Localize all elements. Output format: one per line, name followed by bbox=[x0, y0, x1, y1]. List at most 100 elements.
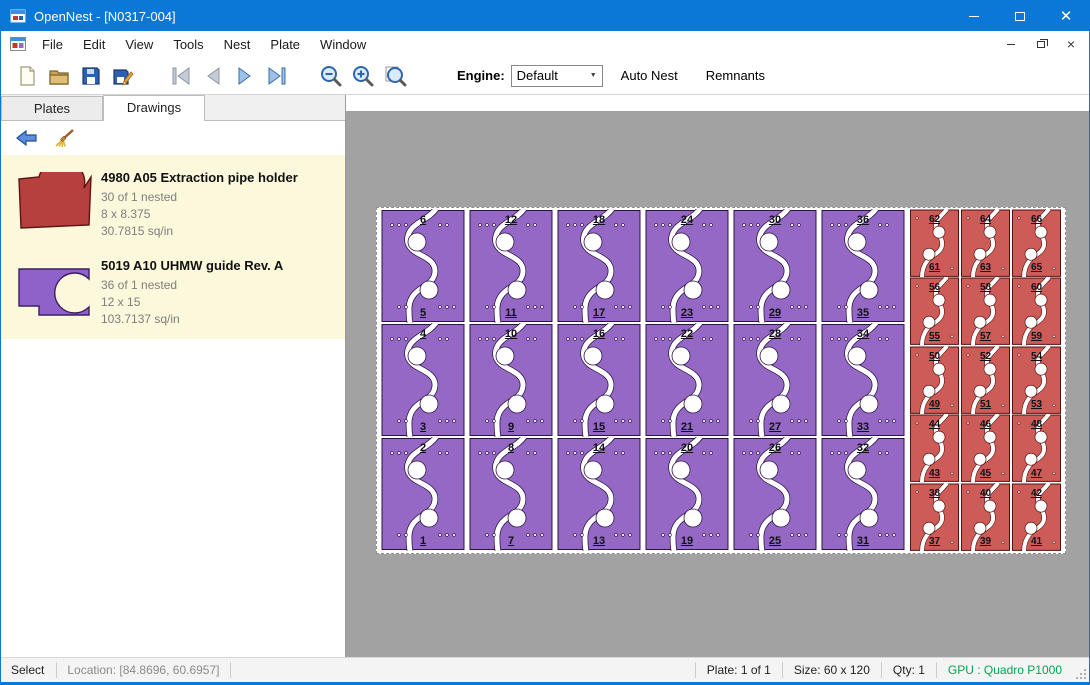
part-number-top: 4 bbox=[379, 328, 467, 340]
menu-plate[interactable]: Plate bbox=[260, 32, 310, 57]
nested-red-part-pair[interactable]: 48 47 bbox=[1011, 414, 1062, 482]
nested-red-part-pair[interactable]: 38 37 bbox=[909, 483, 960, 551]
menu-edit[interactable]: Edit bbox=[73, 32, 115, 57]
resize-grip[interactable] bbox=[1073, 658, 1089, 682]
go-next-button[interactable] bbox=[229, 61, 261, 91]
part-number-bottom: 43 bbox=[909, 468, 960, 479]
part-number-bottom: 37 bbox=[909, 536, 960, 547]
part-number-top: 2 bbox=[379, 442, 467, 454]
part-number-bottom: 29 bbox=[731, 307, 819, 319]
nested-red-part-pair[interactable]: 60 59 bbox=[1011, 277, 1062, 345]
nested-red-part-pair[interactable]: 44 43 bbox=[909, 414, 960, 482]
save-as-button[interactable] bbox=[107, 61, 139, 91]
nested-red-part-pair[interactable]: 46 45 bbox=[960, 414, 1011, 482]
nested-red-part-pair[interactable]: 50 49 bbox=[909, 346, 960, 414]
new-file-button[interactable] bbox=[11, 61, 43, 91]
nested-red-part-pair[interactable]: 64 63 bbox=[960, 209, 1011, 277]
part-number-top: 26 bbox=[731, 442, 819, 454]
menu-view[interactable]: View bbox=[115, 32, 163, 57]
part-number-bottom: 33 bbox=[819, 421, 907, 433]
red-part-thumbnail bbox=[15, 172, 95, 234]
clean-button[interactable] bbox=[51, 125, 79, 151]
part-number-bottom: 3 bbox=[379, 421, 467, 433]
nested-red-part-pair[interactable]: 56 55 bbox=[909, 277, 960, 345]
nested-purple-part-pair[interactable]: 28 27 bbox=[731, 323, 819, 437]
remnants-button[interactable]: Remnants bbox=[696, 63, 775, 89]
zoom-in-button[interactable] bbox=[347, 61, 379, 91]
part-number-top: 64 bbox=[960, 214, 1011, 225]
go-previous-button[interactable] bbox=[197, 61, 229, 91]
part-number-bottom: 51 bbox=[960, 399, 1011, 410]
purple-part-shape bbox=[555, 437, 643, 551]
save-button[interactable] bbox=[75, 61, 107, 91]
part-number-top: 6 bbox=[379, 214, 467, 226]
import-button[interactable] bbox=[13, 125, 41, 151]
nested-purple-part-pair[interactable]: 32 31 bbox=[819, 437, 907, 551]
zoom-fit-button[interactable] bbox=[379, 61, 411, 91]
nested-purple-part-pair[interactable]: 24 23 bbox=[643, 209, 731, 323]
maximize-button[interactable] bbox=[997, 1, 1043, 31]
drawing-list-item[interactable]: 5019 A10 UHMW guide Rev. A 36 of 1 neste… bbox=[1, 247, 345, 335]
nested-purple-part-pair[interactable]: 22 21 bbox=[643, 323, 731, 437]
nested-purple-part-pair[interactable]: 20 19 bbox=[643, 437, 731, 551]
nested-red-part-pair[interactable]: 58 57 bbox=[960, 277, 1011, 345]
menu-window[interactable]: Window bbox=[310, 32, 376, 57]
nested-purple-part-pair[interactable]: 16 15 bbox=[555, 323, 643, 437]
auto-nest-button[interactable]: Auto Nest bbox=[611, 63, 688, 89]
tab-drawings[interactable]: Drawings bbox=[103, 95, 205, 121]
menu-file[interactable]: File bbox=[32, 32, 73, 57]
purple-part-shape bbox=[643, 437, 731, 551]
nested-purple-part-pair[interactable]: 10 9 bbox=[467, 323, 555, 437]
go-first-button[interactable] bbox=[165, 61, 197, 91]
drawing-list-item[interactable]: 4980 A05 Extraction pipe holder 30 of 1 … bbox=[1, 159, 345, 247]
part-number-bottom: 5 bbox=[379, 307, 467, 319]
nested-red-part-pair[interactable]: 40 39 bbox=[960, 483, 1011, 551]
menu-bar: FileEditViewToolsNestPlateWindow × bbox=[1, 31, 1089, 57]
nested-purple-part-pair[interactable]: 2 1 bbox=[379, 437, 467, 551]
nesting-canvas[interactable]: 6 5 12 11 bbox=[346, 95, 1089, 657]
part-number-bottom: 11 bbox=[467, 307, 555, 319]
part-number-top: 58 bbox=[960, 282, 1011, 293]
nested-purple-part-pair[interactable]: 18 17 bbox=[555, 209, 643, 323]
mdi-minimize-button[interactable] bbox=[1003, 37, 1019, 51]
nested-purple-part-pair[interactable]: 6 5 bbox=[379, 209, 467, 323]
nested-purple-part-pair[interactable]: 34 33 bbox=[819, 323, 907, 437]
part-number-bottom: 1 bbox=[379, 535, 467, 547]
go-last-button[interactable] bbox=[261, 61, 293, 91]
nested-purple-part-pair[interactable]: 14 13 bbox=[555, 437, 643, 551]
zoom-out-button[interactable] bbox=[315, 61, 347, 91]
nested-red-part-pair[interactable]: 66 65 bbox=[1011, 209, 1062, 277]
tab-plates[interactable]: Plates bbox=[1, 96, 103, 120]
part-number-top: 38 bbox=[909, 488, 960, 499]
close-button[interactable]: ✕ bbox=[1043, 1, 1089, 31]
nested-red-part-pair[interactable]: 42 41 bbox=[1011, 483, 1062, 551]
purple-part-shape bbox=[379, 209, 467, 323]
purple-part-shape bbox=[643, 209, 731, 323]
minimize-button[interactable] bbox=[951, 1, 997, 31]
nested-purple-part-pair[interactable]: 36 35 bbox=[819, 209, 907, 323]
mdi-close-button[interactable]: × bbox=[1063, 37, 1079, 51]
open-file-button[interactable] bbox=[43, 61, 75, 91]
status-size: Size: 60 x 120 bbox=[783, 663, 881, 677]
drawing-title: 4980 A05 Extraction pipe holder bbox=[101, 170, 337, 185]
new-file-icon bbox=[15, 64, 39, 88]
nested-purple-part-pair[interactable]: 26 25 bbox=[731, 437, 819, 551]
menu-nest[interactable]: Nest bbox=[214, 32, 261, 57]
purple-part-shape bbox=[555, 323, 643, 437]
part-number-top: 14 bbox=[555, 442, 643, 454]
part-number-top: 54 bbox=[1011, 351, 1062, 362]
engine-dropdown[interactable]: Default ▼ bbox=[511, 65, 603, 87]
nested-purple-part-pair[interactable]: 12 11 bbox=[467, 209, 555, 323]
parts-panel: Plates Drawings bbox=[1, 95, 346, 657]
nested-purple-part-pair[interactable]: 8 7 bbox=[467, 437, 555, 551]
menu-tools[interactable]: Tools bbox=[163, 32, 213, 57]
nested-purple-part-pair[interactable]: 4 3 bbox=[379, 323, 467, 437]
mdi-restore-button[interactable] bbox=[1033, 37, 1049, 51]
nested-red-part-pair[interactable]: 62 61 bbox=[909, 209, 960, 277]
nested-purple-part-pair[interactable]: 30 29 bbox=[731, 209, 819, 323]
plate[interactable]: 6 5 12 11 bbox=[376, 207, 1066, 554]
nested-red-part-pair[interactable]: 52 51 bbox=[960, 346, 1011, 414]
part-number-bottom: 23 bbox=[643, 307, 731, 319]
part-number-bottom: 59 bbox=[1011, 331, 1062, 342]
nested-red-part-pair[interactable]: 54 53 bbox=[1011, 346, 1062, 414]
